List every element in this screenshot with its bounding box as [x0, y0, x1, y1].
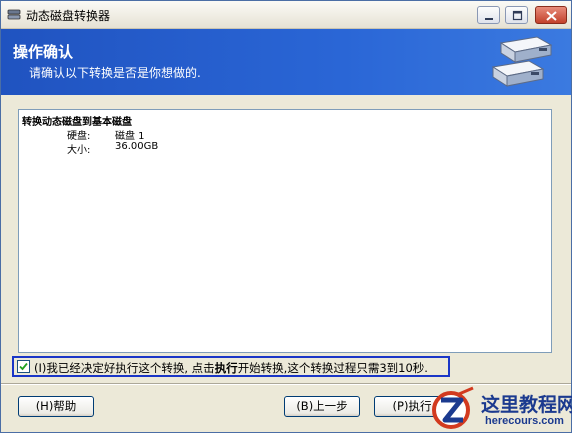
size-label: 大小:: [67, 145, 91, 156]
confirm-option[interactable]: (I)我已经决定好执行这个转换, 点击执行开始转换,这个转换过程只需3到10秒.: [12, 356, 450, 377]
watermark-text: 这里教程网: [481, 394, 572, 416]
confirm-label: (I)我已经决定好执行这个转换, 点击执行开始转换,这个转换过程只需3到10秒.: [34, 360, 428, 376]
site-watermark: 这里教程网 herecours.com: [425, 386, 572, 433]
disk-value: 磁盘 1: [115, 131, 145, 142]
confirm-text-prefix: (I)我已经决定好执行这个转换, 点击: [34, 361, 215, 375]
header-banner: 操作确认 请确认以下转换是否是你想做的.: [1, 29, 571, 95]
confirm-text-suffix: 开始转换,这个转换过程只需3到10秒.: [237, 361, 428, 375]
checkmark-icon: [19, 362, 28, 371]
size-value: 36.00GB: [115, 141, 159, 152]
banner-subtitle: 请确认以下转换是否是你想做的.: [29, 66, 201, 80]
site-logo-icon: [432, 386, 474, 429]
minimize-button[interactable]: [477, 6, 500, 24]
banner-title: 操作确认: [13, 43, 74, 61]
help-button[interactable]: (H)帮助: [18, 396, 94, 417]
disk-converter-icon: [7, 9, 21, 20]
details-heading: 转换动态磁盘到基本磁盘: [22, 117, 132, 128]
maximize-button[interactable]: [505, 6, 528, 24]
conversion-details-panel: 转换动态磁盘到基本磁盘 硬盘: 磁盘 1 大小: 36.00GB: [18, 109, 552, 353]
maximize-icon: [512, 10, 523, 21]
close-icon: [546, 11, 557, 21]
back-button[interactable]: (B)上一步: [284, 396, 360, 417]
disk-label: 硬盘:: [67, 131, 91, 142]
confirm-checkbox[interactable]: [17, 360, 30, 373]
close-button[interactable]: [535, 6, 567, 24]
hard-disks-icon: [491, 36, 553, 87]
window-title: 动态磁盘转换器: [26, 9, 111, 23]
watermark-url: herecours.com: [485, 415, 564, 427]
minimize-icon: [485, 18, 493, 20]
confirm-text-bold: 执行: [214, 361, 238, 375]
title-bar[interactable]: 动态磁盘转换器: [1, 1, 571, 29]
dialog-window: 动态磁盘转换器 操作确认 请确认以下转换是否是你想做的. 转换动态磁盘到基本磁盘…: [0, 0, 572, 433]
footer-divider: [1, 383, 571, 385]
